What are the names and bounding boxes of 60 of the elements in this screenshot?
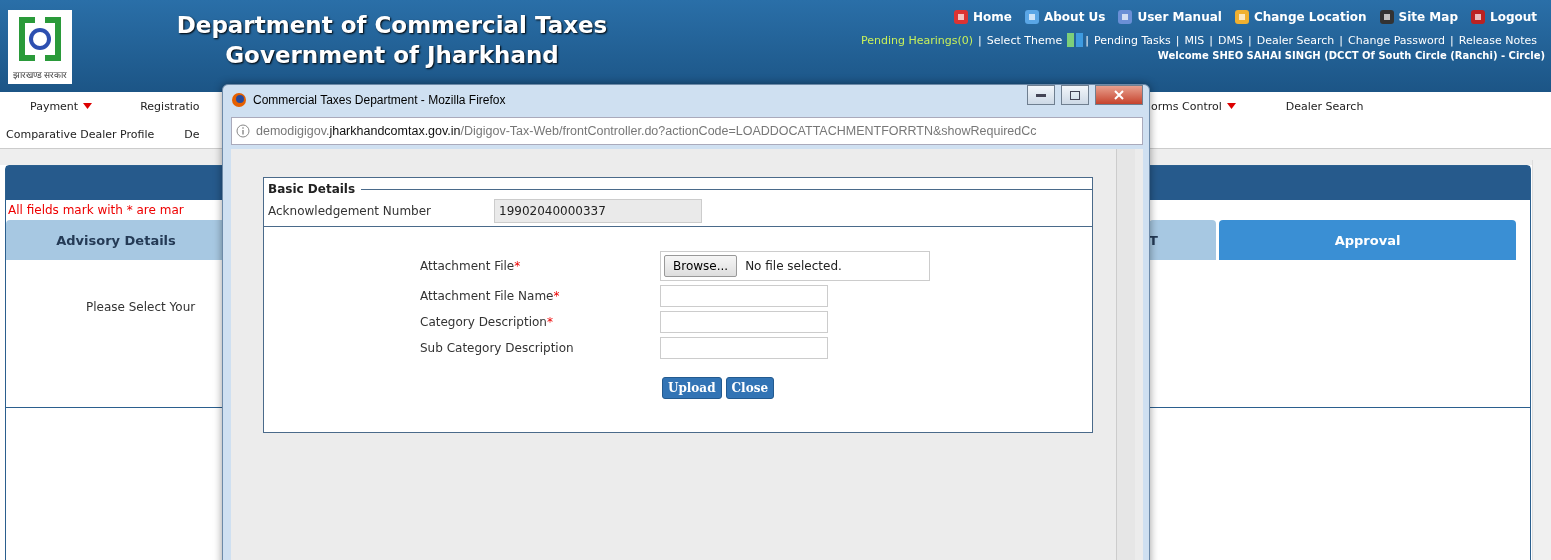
window-title: Commercial Taxes Department - Mozilla Firefox	[253, 93, 507, 107]
input-field[interactable]	[660, 337, 828, 359]
separator: |	[978, 33, 982, 47]
menu-item[interactable]: Comparative Dealer Profile	[6, 127, 155, 141]
nav-link[interactable]: Change Password	[1348, 33, 1446, 47]
readonly-field: 19902040000337	[494, 199, 702, 223]
top-link[interactable]: About Us	[1023, 9, 1106, 25]
theme-swatch[interactable]	[1076, 33, 1084, 47]
separator: |	[1175, 33, 1180, 47]
separator: |	[1247, 33, 1252, 47]
separator: |	[1085, 33, 1089, 47]
field-label: Attachment File*	[420, 259, 522, 273]
site-title: Government of Jharkhand	[225, 41, 559, 70]
browser-icon	[231, 92, 247, 108]
nav-link[interactable]: Dealer Search	[1256, 33, 1335, 47]
input-field[interactable]	[660, 285, 828, 307]
prompt-text: Please Select Your	[86, 300, 197, 314]
required-fields-notice: All fields mark with * are mar	[7, 203, 184, 217]
pending-hearings-link[interactable]: Pending Hearings(0)	[861, 33, 974, 47]
menu-item[interactable]: De	[184, 127, 200, 141]
menu-item[interactable]: Dealer Search	[1285, 99, 1364, 113]
upload-button[interactable]: Upload	[661, 377, 722, 399]
nav-link[interactable]: Release Notes	[1458, 33, 1537, 47]
field-label: Sub Category Description	[420, 341, 575, 355]
file-field[interactable]: Browse... No file selected.	[660, 251, 930, 281]
browse-button[interactable]: Browse...	[664, 255, 738, 277]
top-link[interactable]: Logout	[1470, 9, 1537, 25]
top-link[interactable]: Change Location	[1233, 9, 1367, 25]
field-label: Category Description*	[420, 315, 554, 329]
maximize-button[interactable]	[1061, 85, 1089, 105]
menu-item[interactable]: orms Control	[1151, 99, 1236, 113]
separator: |	[1339, 33, 1344, 47]
menu-item[interactable]: Payment	[30, 99, 93, 113]
logo-caption: झारखण्ड सरकार	[12, 69, 68, 81]
maximize-icon	[1070, 90, 1080, 100]
file-status-text: No file selected.	[745, 259, 842, 273]
input-field[interactable]	[660, 311, 828, 333]
close-icon	[1114, 90, 1124, 100]
site-title: Department of Commercial Taxes	[176, 11, 608, 40]
address-bar[interactable]: demodigigov.jharkhandcomtax.gov.in/Digigov-Tax-Web/frontController.do?actionCode=LOADDOCATTACHMENTFORRTN&showRequiredCc	[231, 117, 1143, 145]
separator: |	[1450, 33, 1454, 47]
window-close-button[interactable]	[1095, 85, 1143, 105]
nav-link[interactable]: DMS	[1218, 33, 1243, 47]
top-link[interactable]: Home	[953, 9, 1012, 25]
minimize-button[interactable]	[1027, 85, 1055, 105]
tab[interactable]: Approval	[1219, 220, 1516, 260]
select-theme-link[interactable]: Select Theme	[986, 33, 1063, 47]
top-link[interactable]: Site Map	[1378, 9, 1458, 25]
close-button[interactable]: Close	[725, 377, 775, 399]
menu-item[interactable]: Registratio	[140, 99, 200, 113]
welcome-text: Welcome SHEO SAHAI SINGH (DCCT Of South Circle (Ranchi) - Circle)	[1157, 50, 1545, 61]
nav-link[interactable]: MIS	[1184, 33, 1205, 47]
field-label: Acknowledgement Number	[268, 204, 433, 218]
fieldset-legend: Basic Details	[268, 182, 356, 196]
top-link[interactable]: User Manual	[1117, 9, 1222, 25]
separator: |	[1209, 33, 1213, 47]
field-label: Attachment File Name*	[420, 289, 561, 303]
nav-link[interactable]: Pending Tasks	[1093, 33, 1171, 47]
url-text: demodigigov.jharkhandcomtax.gov.in/Digigov-Tax-Web/frontController.do?actionCode=LOADDOCATTACHMENTFORRTN&showRequiredCc	[256, 124, 1037, 138]
theme-swatch[interactable]	[1067, 33, 1075, 47]
